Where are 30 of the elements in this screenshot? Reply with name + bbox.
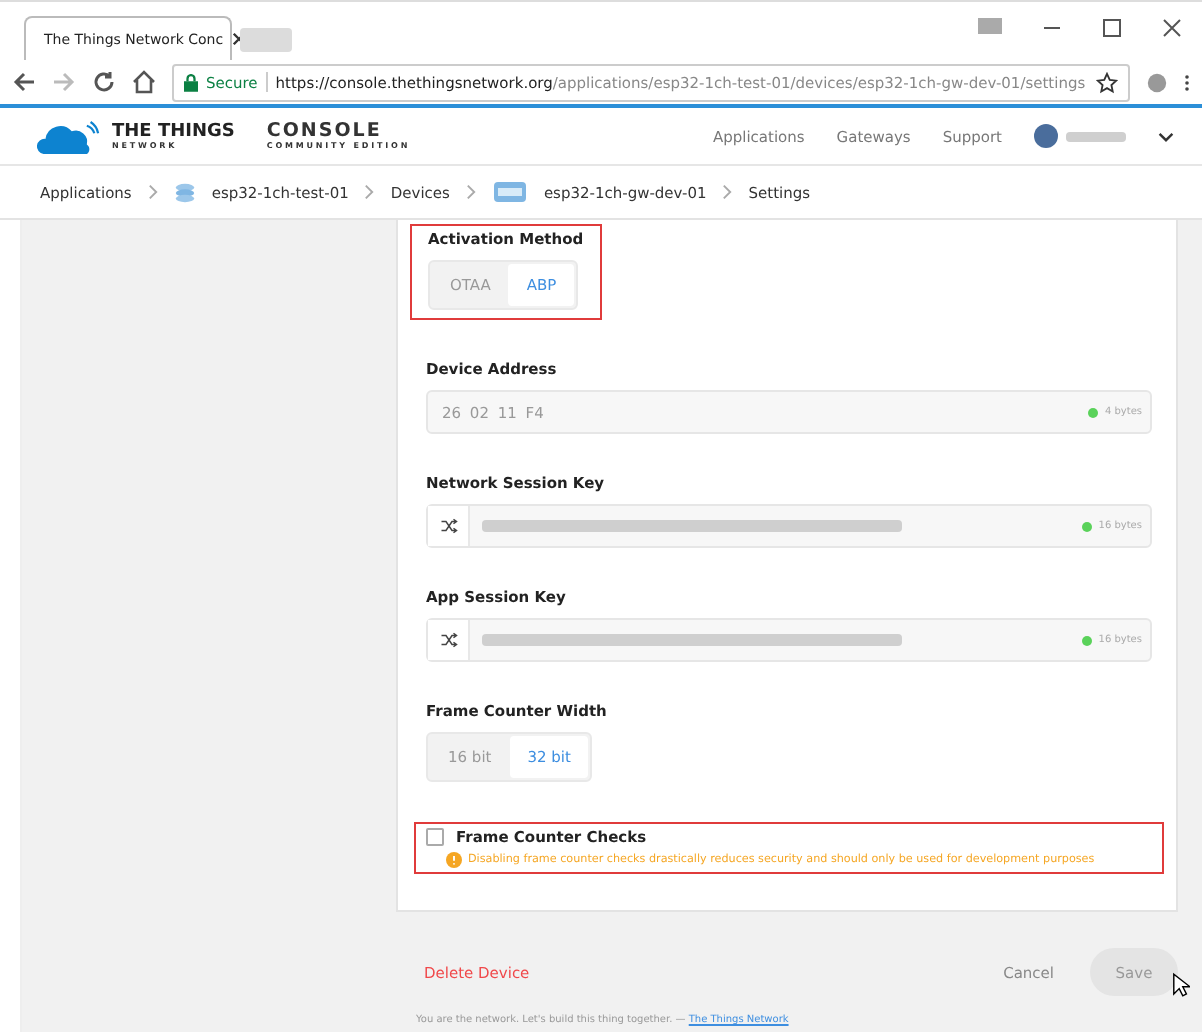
chevron-right-icon (364, 184, 375, 200)
chevron-right-icon (722, 184, 733, 200)
valid-icon (1088, 407, 1099, 417)
stack-icon (173, 181, 196, 203)
console-title: CONSOLE (266, 122, 382, 142)
cursor-icon (1172, 972, 1190, 998)
redacted-username (1066, 131, 1126, 141)
logo-title: THE THINGS (112, 123, 235, 141)
back-icon[interactable] (12, 70, 36, 94)
valid-icon (1082, 521, 1093, 531)
shuffle-icon[interactable] (428, 620, 470, 660)
lock-icon (184, 73, 198, 91)
close-icon[interactable] (1162, 18, 1182, 38)
valid-icon (1082, 635, 1093, 645)
device-icon (491, 180, 528, 204)
reload-icon[interactable] (92, 70, 116, 94)
chevron-down-icon[interactable] (1158, 131, 1174, 141)
close-icon[interactable] (231, 32, 246, 46)
avatar-icon[interactable] (1034, 124, 1058, 148)
chevron-right-icon (465, 184, 476, 200)
home-icon[interactable] (132, 70, 156, 94)
shuffle-icon[interactable] (428, 506, 470, 546)
checkbox[interactable] (426, 828, 444, 846)
maximize-icon[interactable] (1102, 18, 1122, 38)
chevron-right-icon (147, 184, 158, 200)
star-icon[interactable] (1096, 71, 1118, 93)
extension-icon[interactable] (1146, 71, 1168, 93)
menu-icon[interactable] (1184, 71, 1190, 93)
warning-icon (446, 852, 462, 868)
cloud-logo-icon (36, 119, 100, 153)
